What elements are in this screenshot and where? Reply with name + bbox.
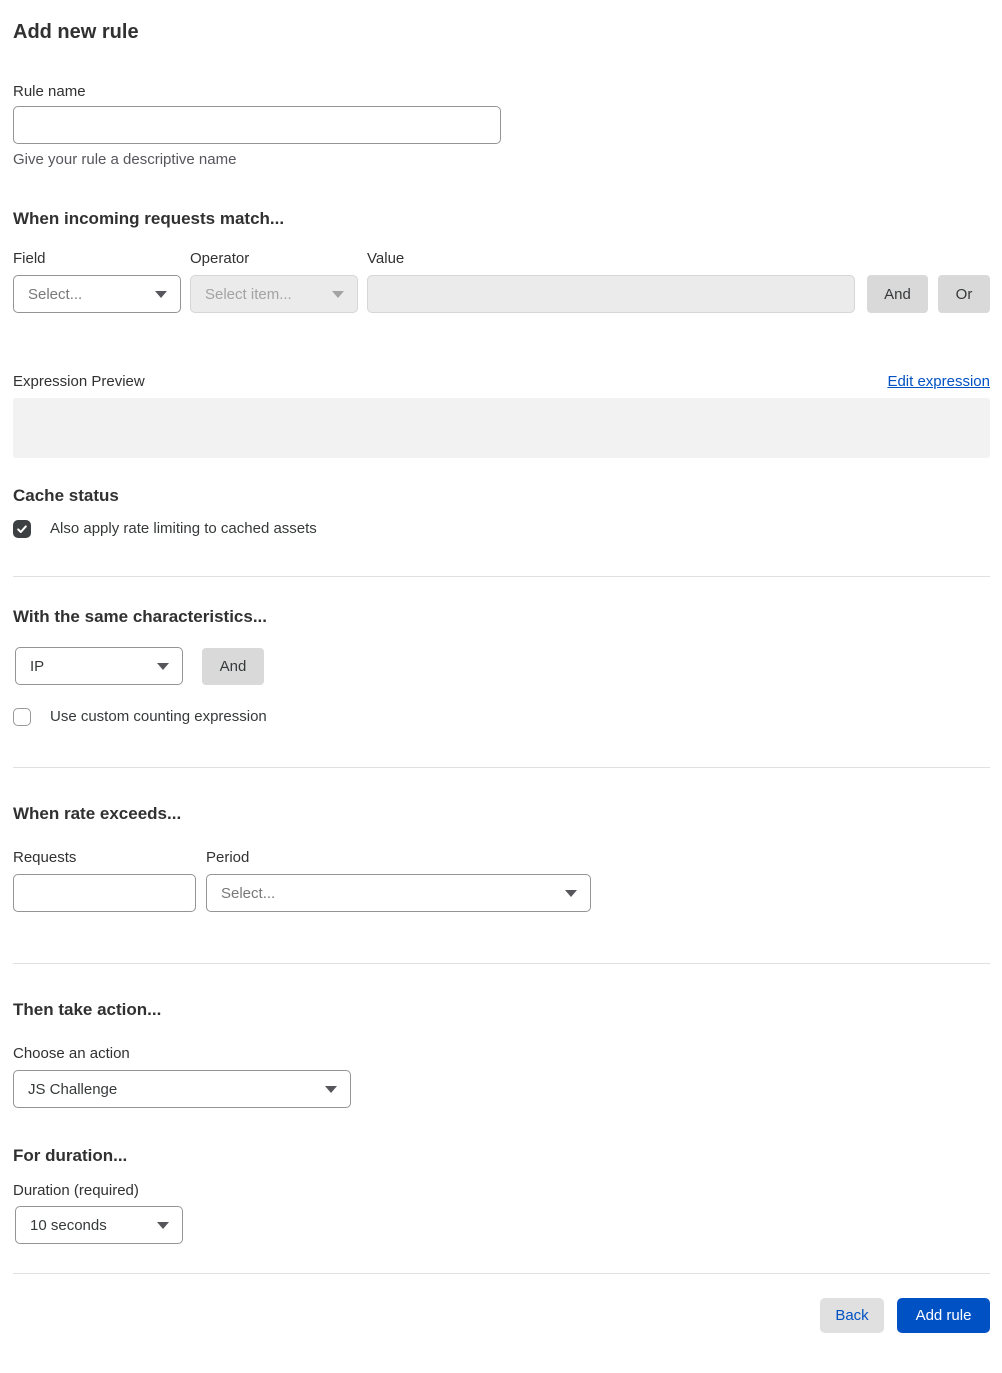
operator-select-value: Select item...	[205, 285, 292, 303]
section-duration-heading: For duration...	[13, 1146, 128, 1165]
back-button[interactable]: Back	[820, 1298, 884, 1333]
divider	[13, 963, 990, 964]
requests-label: Requests	[13, 849, 77, 866]
section-cache-heading: Cache status	[13, 486, 119, 505]
or-button[interactable]: Or	[938, 275, 990, 313]
characteristic-select-value: IP	[30, 657, 45, 675]
counting-expression-label: Use custom counting expression	[50, 708, 267, 725]
rule-name-helper: Give your rule a descriptive name	[13, 151, 237, 168]
action-select[interactable]: JS Challenge	[13, 1070, 351, 1108]
and-button[interactable]: And	[867, 275, 928, 313]
period-select[interactable]: Select...	[206, 874, 591, 912]
cache-checkbox-label: Also apply rate limiting to cached asset…	[50, 520, 317, 537]
expression-header-row: Expression Preview Edit expression	[13, 372, 990, 392]
chevron-down-icon	[155, 290, 167, 298]
add-rule-button[interactable]: Add rule	[897, 1298, 990, 1333]
counting-expression-checkbox[interactable]	[13, 708, 31, 726]
field-select[interactable]: Select...	[13, 275, 181, 313]
edit-expression-link[interactable]: Edit expression	[887, 372, 990, 392]
period-select-value: Select...	[221, 884, 276, 902]
footer-actions: Back Add rule	[13, 1298, 990, 1333]
choose-action-label: Choose an action	[13, 1045, 130, 1062]
expression-preview-label: Expression Preview	[13, 373, 145, 390]
chevron-down-icon	[565, 889, 577, 897]
duration-select[interactable]: 10 seconds	[15, 1206, 183, 1244]
section-action-heading: Then take action...	[13, 1000, 162, 1019]
field-label: Field	[13, 250, 46, 267]
requests-input[interactable]	[13, 874, 196, 912]
chevron-down-icon	[157, 662, 169, 670]
characteristics-and-button[interactable]: And	[202, 647, 264, 685]
cache-checkbox[interactable]	[13, 520, 31, 538]
duration-label: Duration (required)	[13, 1182, 139, 1199]
checkmark-icon	[17, 525, 27, 533]
section-characteristics-heading: With the same characteristics...	[13, 607, 268, 626]
period-label: Period	[206, 849, 250, 866]
cache-checkbox-row: Also apply rate limiting to cached asset…	[13, 519, 990, 539]
section-rate-heading: When rate exceeds...	[13, 804, 182, 823]
characteristics-row: IP And	[13, 647, 990, 685]
rule-name-label: Rule name	[13, 83, 86, 100]
characteristic-select[interactable]: IP	[15, 647, 183, 685]
page-title: Add new rule	[13, 21, 139, 43]
section-match-heading: When incoming requests match...	[13, 209, 285, 228]
divider	[13, 1273, 990, 1274]
rule-name-input[interactable]	[13, 106, 501, 144]
match-labels-row: Field Operator Value	[13, 249, 990, 269]
expression-preview-box	[13, 398, 990, 458]
add-rule-form: Add new rule Rule name Give your rule a …	[0, 0, 1002, 1373]
counting-expression-row: Use custom counting expression	[13, 707, 990, 727]
match-controls-row: Select... Select item... And Or	[13, 275, 990, 313]
action-select-value: JS Challenge	[28, 1080, 118, 1098]
chevron-down-icon	[157, 1221, 169, 1229]
divider	[13, 576, 990, 577]
rate-labels-row: Requests Period	[13, 848, 990, 868]
chevron-down-icon	[325, 1085, 337, 1093]
duration-select-value: 10 seconds	[30, 1216, 107, 1234]
rate-controls-row: Select...	[13, 874, 990, 912]
field-select-value: Select...	[28, 285, 83, 303]
value-label: Value	[367, 250, 405, 267]
chevron-down-icon	[332, 290, 344, 298]
value-input[interactable]	[367, 275, 855, 313]
operator-label: Operator	[190, 250, 250, 267]
operator-select[interactable]: Select item...	[190, 275, 358, 313]
divider	[13, 767, 990, 768]
